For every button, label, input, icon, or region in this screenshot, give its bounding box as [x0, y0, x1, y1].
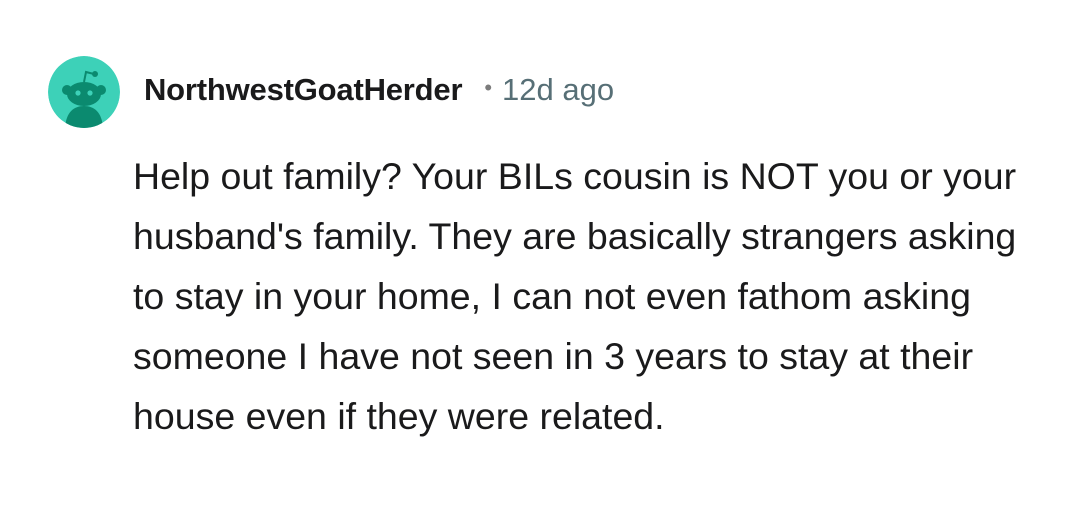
comment-header: NorthwestGoatHerder • 12d ago	[144, 68, 614, 112]
comment-body: Help out family? Your BILs cousin is NOT…	[133, 155, 1017, 437]
comment-timestamp: 12d ago	[502, 72, 615, 107]
separator-dot: •	[484, 75, 493, 100]
user-avatar[interactable]	[48, 56, 120, 128]
comment: NorthwestGoatHerder • 12d ago Help out f…	[0, 0, 1080, 530]
username-link[interactable]: NorthwestGoatHerder	[144, 72, 463, 108]
reddit-snoo-avatar-icon	[48, 56, 120, 128]
